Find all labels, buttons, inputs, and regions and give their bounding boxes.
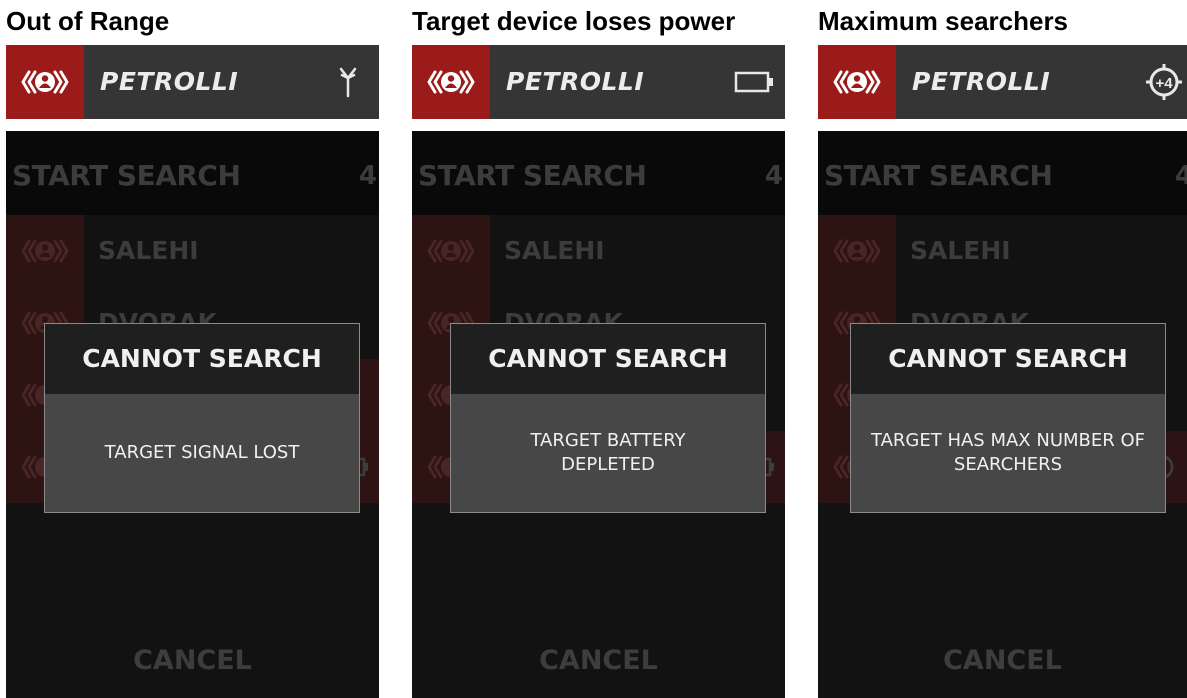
list-item-salehi[interactable]: SALEHI [818, 215, 1187, 287]
start-search-header: START SEARCH 4 [818, 131, 1187, 215]
cancel-button[interactable]: CANCEL [6, 622, 379, 698]
list-item-salehi[interactable]: SALEHI [6, 215, 379, 287]
list-item-name: SALEHI [504, 236, 605, 265]
search-screen: START SEARCH 4 SALEHI DVORAK [6, 131, 379, 698]
phone-screen-loses-power: PETROLLI START SEARCH 4 SALEHI DVORAK [412, 45, 785, 698]
start-search-header: START SEARCH 4 [6, 131, 379, 215]
cannot-search-dialog: CANNOT SEARCH TARGET BATTERY DEPLETED [450, 323, 766, 513]
cancel-button[interactable]: CANCEL [818, 622, 1187, 698]
max-searchers-label: +4 [1155, 75, 1173, 92]
start-search-header: START SEARCH 4 [412, 131, 785, 215]
searcher-logo-icon [6, 215, 84, 287]
cancel-button[interactable]: CANCEL [412, 622, 785, 698]
start-search-title: START SEARCH [418, 159, 647, 192]
searcher-logo-icon [412, 215, 490, 287]
start-search-title: START SEARCH [12, 159, 241, 192]
dialog-title: CANNOT SEARCH [45, 324, 359, 394]
user-name: PETROLLI [912, 67, 1051, 96]
antenna-icon [325, 45, 371, 119]
dialog-message: TARGET HAS MAX NUMBER OF SEARCHERS [871, 430, 1145, 475]
list-item-name: SALEHI [910, 236, 1011, 265]
status-bar: PETROLLI [6, 45, 379, 119]
cannot-search-dialog: CANNOT SEARCH TARGET SIGNAL LOST [44, 323, 360, 513]
status-bar: PETROLLI +4 [818, 45, 1187, 119]
dialog-message: TARGET SIGNAL LOST [104, 442, 300, 463]
battery-icon [731, 45, 777, 119]
searchers-count: 4 [1174, 161, 1187, 191]
searcher-logo-icon [6, 45, 84, 119]
start-search-title: START SEARCH [824, 159, 1053, 192]
search-screen: START SEARCH 4 SALEHI DVORAK [818, 131, 1187, 698]
phone-screen-maximum-searchers: PETROLLI +4 START SEARCH 4 SALEHI CANNOT… [818, 45, 1187, 698]
max-searchers-icon: +4 [1141, 45, 1187, 119]
searchers-count: 4 [764, 161, 783, 191]
cannot-search-dialog: CANNOT SEARCH TARGET HAS MAX NUMBER OF S… [850, 323, 1166, 513]
searcher-logo-icon [818, 45, 896, 119]
panel-heading-out-of-range: Out of Range [6, 6, 170, 36]
phone-screen-out-of-range: PETROLLI START SEARCH 4 SALEHI DVORAK [6, 45, 379, 698]
list-item-name: SALEHI [98, 236, 199, 265]
dialog-title: CANNOT SEARCH [851, 324, 1165, 394]
panel-heading-maximum-searchers: Maximum searchers [818, 6, 1069, 36]
user-name: PETROLLI [100, 67, 239, 96]
status-bar: PETROLLI [412, 45, 785, 119]
dialog-message: TARGET BATTERY DEPLETED [530, 430, 686, 475]
user-name: PETROLLI [506, 67, 645, 96]
searchers-count: 4 [358, 161, 377, 191]
searcher-logo-icon [412, 45, 490, 119]
panel-heading-loses-power: Target device loses power [412, 6, 736, 36]
searcher-logo-icon [818, 215, 896, 287]
search-screen: START SEARCH 4 SALEHI DVORAK [412, 131, 785, 698]
dialog-title: CANNOT SEARCH [451, 324, 765, 394]
list-item-salehi[interactable]: SALEHI [412, 215, 785, 287]
